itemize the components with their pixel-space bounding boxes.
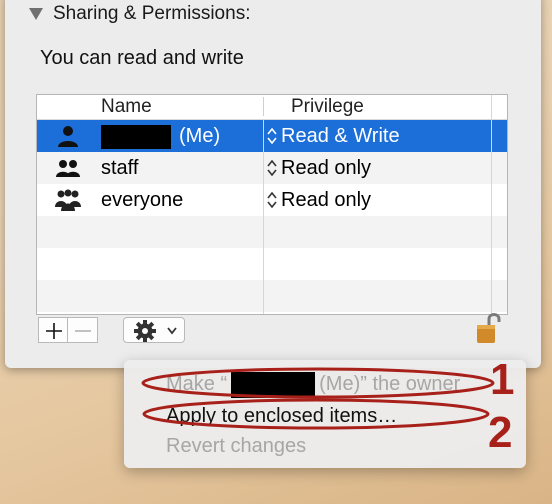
up-down-arrows-icon [267,191,277,209]
privilege-popup[interactable]: Read & Write [267,120,400,152]
redacted-username [231,371,316,398]
column-header-name[interactable]: Name [101,95,152,119]
plus-icon [46,323,62,339]
table-row[interactable]: staff Read only [37,152,507,184]
up-down-arrows-icon [267,127,277,145]
menu-item-revert-changes[interactable]: Revert changes [166,432,306,460]
lock-icon[interactable] [475,310,503,348]
column-divider [263,97,264,116]
table-rows: (Me) Read & Write staff Read only everyo… [37,120,507,312]
table-row[interactable]: (Me) Read & Write [37,120,507,152]
empty-row [37,248,507,280]
sharing-section-header[interactable]: Sharing & Permissions: [29,1,250,27]
privilege-label: Read only [281,157,372,179]
minus-icon [75,330,91,332]
column-separator [263,119,264,314]
row-name: staff [101,157,139,179]
privilege-label: Read & Write [281,125,400,147]
column-header-privilege[interactable]: Privilege [291,95,364,119]
menu-item-text: (Me)” the owner [319,373,461,395]
single-user-icon [58,126,78,147]
empty-row [37,280,507,312]
section-title: Sharing & Permissions: [53,3,251,24]
action-menu-button[interactable] [123,317,185,343]
menu-item-text: Make “ [166,373,228,395]
empty-row [37,216,507,248]
add-user-button[interactable] [38,317,68,343]
privilege-label: Read only [281,189,372,211]
permission-status: You can read and write [40,47,244,69]
annotation-number-2: 2 [488,408,513,457]
row-name: (Me) [101,120,220,152]
table-row[interactable]: everyone Read only [37,184,507,216]
menu-item-apply-enclosed[interactable]: Apply to enclosed items… [166,402,397,430]
group-icon [56,160,80,177]
action-menu: Make “ (Me)” the owner Apply to enclosed … [124,360,526,468]
menu-item-make-owner[interactable]: Make “ (Me)” the owner [166,370,460,398]
privilege-popup[interactable]: Read only [267,184,371,216]
scroll-track-separator [491,95,492,314]
row-name-suffix: (Me) [179,125,221,147]
redacted-username [101,124,171,149]
disclosure-triangle-icon[interactable] [29,8,43,20]
everyone-icon [55,189,81,211]
permissions-table: Name Privilege (Me) Read & Write staff R… [36,94,508,315]
remove-user-button[interactable] [68,317,98,343]
table-header: Name Privilege [37,95,507,120]
info-window: Sharing & Permissions: You can read and … [5,0,541,368]
privilege-popup[interactable]: Read only [267,152,371,184]
up-down-arrows-icon [267,159,277,177]
annotation-number-1: 1 [490,355,515,404]
gear-icon [134,320,177,342]
row-name: everyone [101,189,184,211]
